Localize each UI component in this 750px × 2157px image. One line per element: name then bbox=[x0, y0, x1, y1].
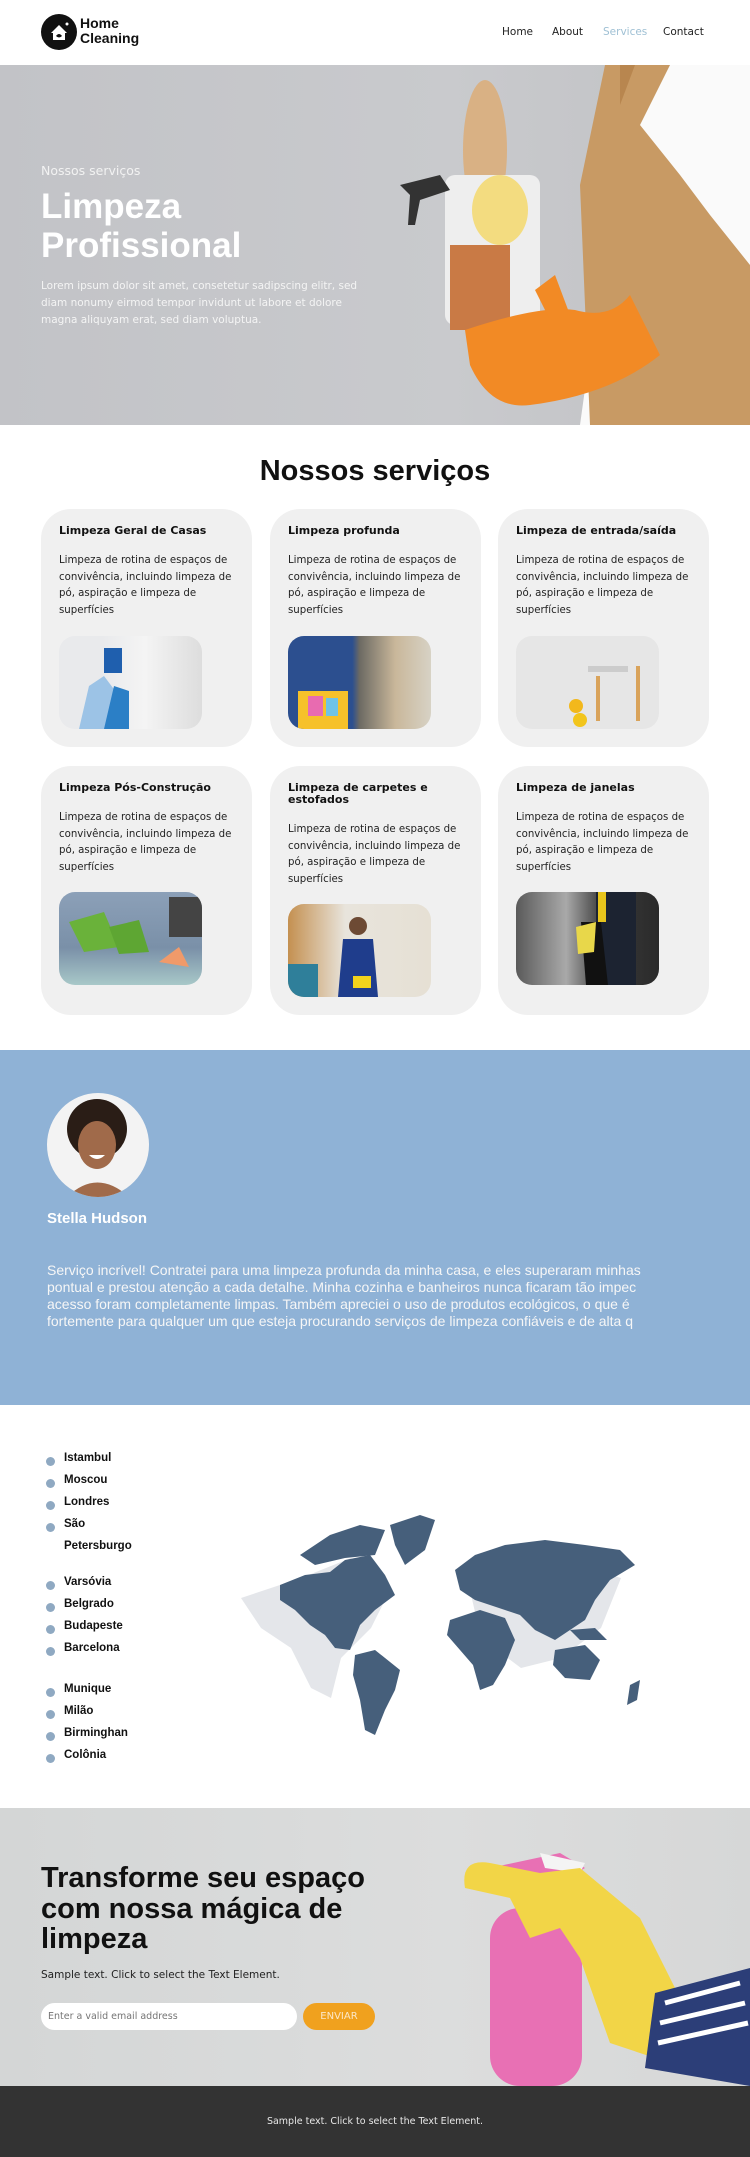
logo-line-2: Cleaning bbox=[80, 30, 140, 46]
service-title: Limpeza de entrada/saída bbox=[516, 524, 677, 537]
service-title: Limpeza de carpetes e estofados bbox=[288, 781, 428, 806]
hero-subtitle: Nossos serviços bbox=[41, 163, 141, 178]
service-text: Limpeza de rotina de espaços de convivên… bbox=[288, 555, 461, 616]
cta-text: Sample text. Click to select the Text El… bbox=[41, 1969, 280, 1981]
service-card[interactable]: Limpeza de janelas Limpeza de rotina de … bbox=[498, 766, 709, 1015]
cta-section: Transforme seu espaço com nossa mágica d… bbox=[0, 1808, 750, 2086]
hero-section: Nossos serviços Limpeza Profissional Lore… bbox=[0, 65, 750, 425]
spray-bottle-image bbox=[464, 1853, 750, 2086]
service-card[interactable]: Limpeza Pós-Construção Limpeza de rotina… bbox=[41, 766, 252, 1015]
quote-line: fortemente para qualquer um que esteja p… bbox=[47, 1313, 634, 1329]
city-item: Colônia bbox=[64, 1749, 107, 1761]
service-image bbox=[288, 904, 431, 997]
cta-title: Transforme seu espaço com nossa mágica d… bbox=[41, 1862, 365, 1955]
service-card[interactable]: Limpeza de carpetes e estofados Limpeza … bbox=[270, 766, 481, 1015]
city-item: São Petersburgo bbox=[64, 1518, 132, 1552]
service-card[interactable]: Limpeza profunda Limpeza de rotina de es… bbox=[270, 509, 481, 747]
nav-home[interactable]: Home bbox=[502, 26, 533, 38]
service-title: Limpeza Pós-Construção bbox=[59, 781, 211, 794]
testimonial-quote: Serviço incrível! Contratei para uma lim… bbox=[47, 1262, 709, 1337]
quote-line: Serviço incrível! Contratei para uma lim… bbox=[47, 1262, 641, 1278]
quote-line: pontual e prestou atenção a cada detalhe… bbox=[47, 1279, 637, 1295]
quote-line: acesso foram completamente limpas. També… bbox=[47, 1296, 630, 1312]
nav-about[interactable]: About bbox=[552, 26, 583, 38]
check-icon bbox=[46, 1523, 55, 1532]
check-icon bbox=[46, 1625, 55, 1634]
send-button[interactable]: ENVIAR bbox=[303, 2003, 375, 2030]
check-icon bbox=[46, 1688, 55, 1697]
service-image bbox=[59, 892, 202, 985]
check-icon bbox=[46, 1479, 55, 1488]
city-item: Barcelona bbox=[64, 1642, 120, 1654]
services-title: Nossos serviços bbox=[259, 455, 491, 487]
service-text: Limpeza de rotina de espaços de convivên… bbox=[516, 812, 689, 873]
footer: Sample text. Click to select the Text El… bbox=[0, 2086, 750, 2157]
check-icon bbox=[46, 1501, 55, 1510]
testimonial-section: Stella Hudson Serviço incrível! Contrate… bbox=[0, 1050, 750, 1405]
hero-title-line-2: Profissional bbox=[41, 226, 242, 265]
world-map bbox=[241, 1515, 640, 1735]
service-title: Limpeza profunda bbox=[288, 524, 400, 537]
service-card[interactable]: Limpeza de entrada/saída Limpeza de roti… bbox=[498, 509, 709, 747]
logo-line-1: Home bbox=[80, 15, 119, 31]
service-text: Limpeza de rotina de espaços de convivên… bbox=[288, 824, 461, 885]
locations-section: Istambul Moscou Londres São Petersburgo Vars… bbox=[0, 1405, 750, 1808]
city-item: Munique bbox=[64, 1683, 112, 1695]
city-item: Londres bbox=[64, 1496, 110, 1508]
hero-title: Limpeza Profissional bbox=[41, 187, 241, 265]
hero-text: Lorem ipsum dolor sit amet, consetetur s… bbox=[41, 280, 358, 326]
logo-icon[interactable] bbox=[41, 14, 77, 50]
service-image bbox=[516, 892, 659, 985]
check-icon bbox=[46, 1457, 55, 1466]
city-item: Birminghan bbox=[64, 1727, 128, 1739]
service-text: Limpeza de rotina de espaços de convivên… bbox=[59, 555, 232, 616]
city-item: Varsóvia bbox=[64, 1576, 112, 1588]
email-input[interactable] bbox=[41, 2003, 297, 2030]
check-icon bbox=[46, 1647, 55, 1656]
check-icon bbox=[46, 1581, 55, 1590]
check-icon bbox=[46, 1754, 55, 1763]
check-icon bbox=[46, 1710, 55, 1719]
service-image bbox=[59, 636, 202, 729]
service-title: Limpeza de janelas bbox=[516, 781, 635, 794]
city-item: Budapeste bbox=[64, 1620, 123, 1632]
service-image bbox=[516, 636, 659, 729]
service-card[interactable]: Limpeza Geral de Casas Limpeza de rotina… bbox=[41, 509, 252, 747]
city-item: Moscou bbox=[64, 1474, 108, 1486]
site-header: Home Cleaning Home About Services Contact bbox=[0, 0, 750, 65]
service-title: Limpeza Geral de Casas bbox=[59, 524, 207, 537]
check-icon bbox=[46, 1603, 55, 1612]
hero-image bbox=[400, 65, 750, 425]
city-item: Belgrado bbox=[64, 1598, 114, 1610]
nav-services[interactable]: Services bbox=[603, 26, 647, 38]
nav-contact[interactable]: Contact bbox=[663, 26, 704, 38]
footer-text: Sample text. Click to select the Text El… bbox=[266, 2116, 484, 2127]
testimonial-name: Stella Hudson bbox=[47, 1210, 148, 1227]
service-text: Limpeza de rotina de espaços de convivên… bbox=[59, 812, 232, 873]
logo-text[interactable]: Home Cleaning bbox=[80, 16, 139, 46]
hero-title-line-1: Limpeza bbox=[41, 187, 182, 226]
service-text: Limpeza de rotina de espaços de convivên… bbox=[516, 555, 689, 616]
city-item: Milão bbox=[64, 1705, 94, 1717]
check-icon bbox=[46, 1732, 55, 1741]
service-image bbox=[288, 636, 431, 729]
city-item: Istambul bbox=[64, 1452, 112, 1464]
avatar bbox=[47, 1093, 149, 1197]
